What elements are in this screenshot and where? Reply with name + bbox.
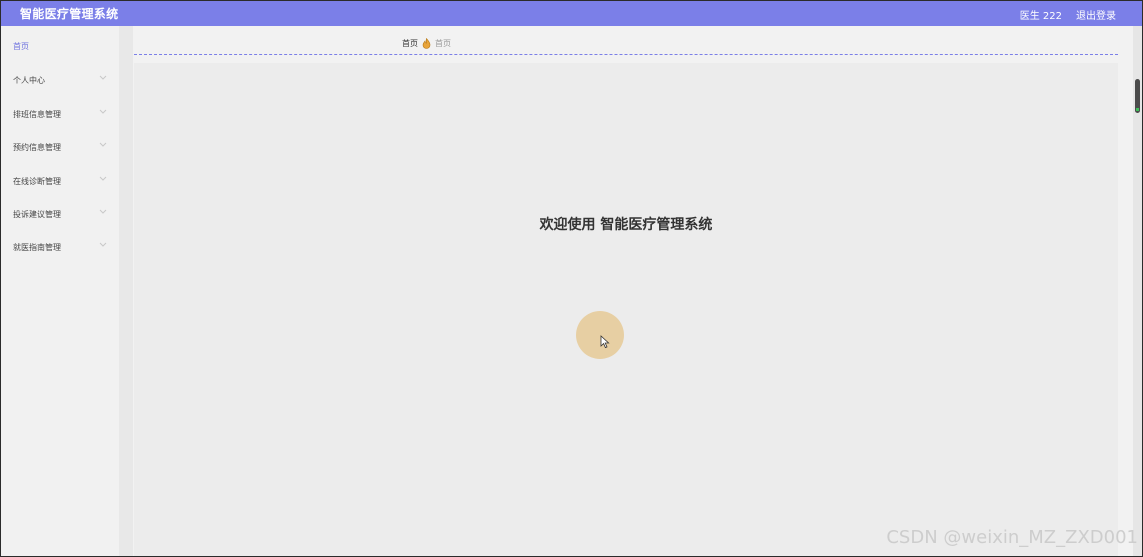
sidebar-item-label: 个人中心 <box>13 76 45 85</box>
top-header: 智能医疗管理系统 医生 222 退出登录 <box>1 1 1142 26</box>
mouse-cursor-icon <box>600 335 610 349</box>
logout-button[interactable]: 退出登录 <box>1076 7 1116 22</box>
breadcrumb-home[interactable]: 首页 <box>402 38 418 49</box>
app-title: 智能医疗管理系统 <box>20 7 119 21</box>
watermark: CSDN @weixin_MZ_ZXD001 <box>886 527 1138 548</box>
sidebar-item-label: 投诉建议管理 <box>13 210 61 219</box>
chevron-down-icon <box>99 209 107 214</box>
sidebar-item-personal-center[interactable]: 个人中心 <box>1 70 119 90</box>
sidebar-item-home[interactable]: 首页 <box>1 36 119 56</box>
sidebar-item-appointment[interactable]: 预约信息管理 <box>1 137 119 157</box>
user-name: 医生 222 <box>1019 11 1062 22</box>
content-area: 欢迎使用 智能医疗管理系统 <box>134 63 1118 556</box>
breadcrumb-current: 首页 <box>435 39 451 48</box>
sidebar-item-schedule[interactable]: 排班信息管理 <box>1 104 119 124</box>
page-scrollbar[interactable] <box>1133 26 1142 556</box>
sidebar-item-label: 在线诊断管理 <box>13 177 61 186</box>
main-panel: 首页 首页 欢迎使用 智能医疗管理系统 <box>133 26 1119 556</box>
chevron-down-icon <box>99 176 107 181</box>
sidebar: 首页 个人中心 排班信息管理 预约信息管理 在线诊断管理 投诉建议管理 就医指南… <box>1 26 119 556</box>
chevron-down-icon <box>99 142 107 147</box>
welcome-message: 欢迎使用 智能医疗管理系统 <box>539 217 713 233</box>
scrollbar-marker <box>1136 108 1139 111</box>
sidebar-item-complaints[interactable]: 投诉建议管理 <box>1 204 119 224</box>
sidebar-item-label: 首页 <box>13 42 29 51</box>
sidebar-item-label: 预约信息管理 <box>13 143 61 152</box>
app-window: 智能医疗管理系统 医生 222 退出登录 首页 个人中心 排班信息管理 预约信息… <box>0 0 1143 557</box>
breadcrumb-divider <box>134 54 1118 55</box>
chevron-down-icon <box>99 242 107 247</box>
fire-icon <box>422 38 431 49</box>
sidebar-item-label: 排班信息管理 <box>13 110 61 119</box>
chevron-down-icon <box>99 109 107 114</box>
header-actions: 医生 222 退出登录 <box>1020 7 1116 22</box>
breadcrumb: 首页 首页 <box>402 38 451 49</box>
sidebar-item-label: 就医指南管理 <box>13 243 61 252</box>
sidebar-gutter <box>119 26 133 556</box>
sidebar-item-online-diagnosis[interactable]: 在线诊断管理 <box>1 171 119 191</box>
chevron-down-icon <box>99 75 107 80</box>
sidebar-item-medical-guide[interactable]: 就医指南管理 <box>1 237 119 257</box>
